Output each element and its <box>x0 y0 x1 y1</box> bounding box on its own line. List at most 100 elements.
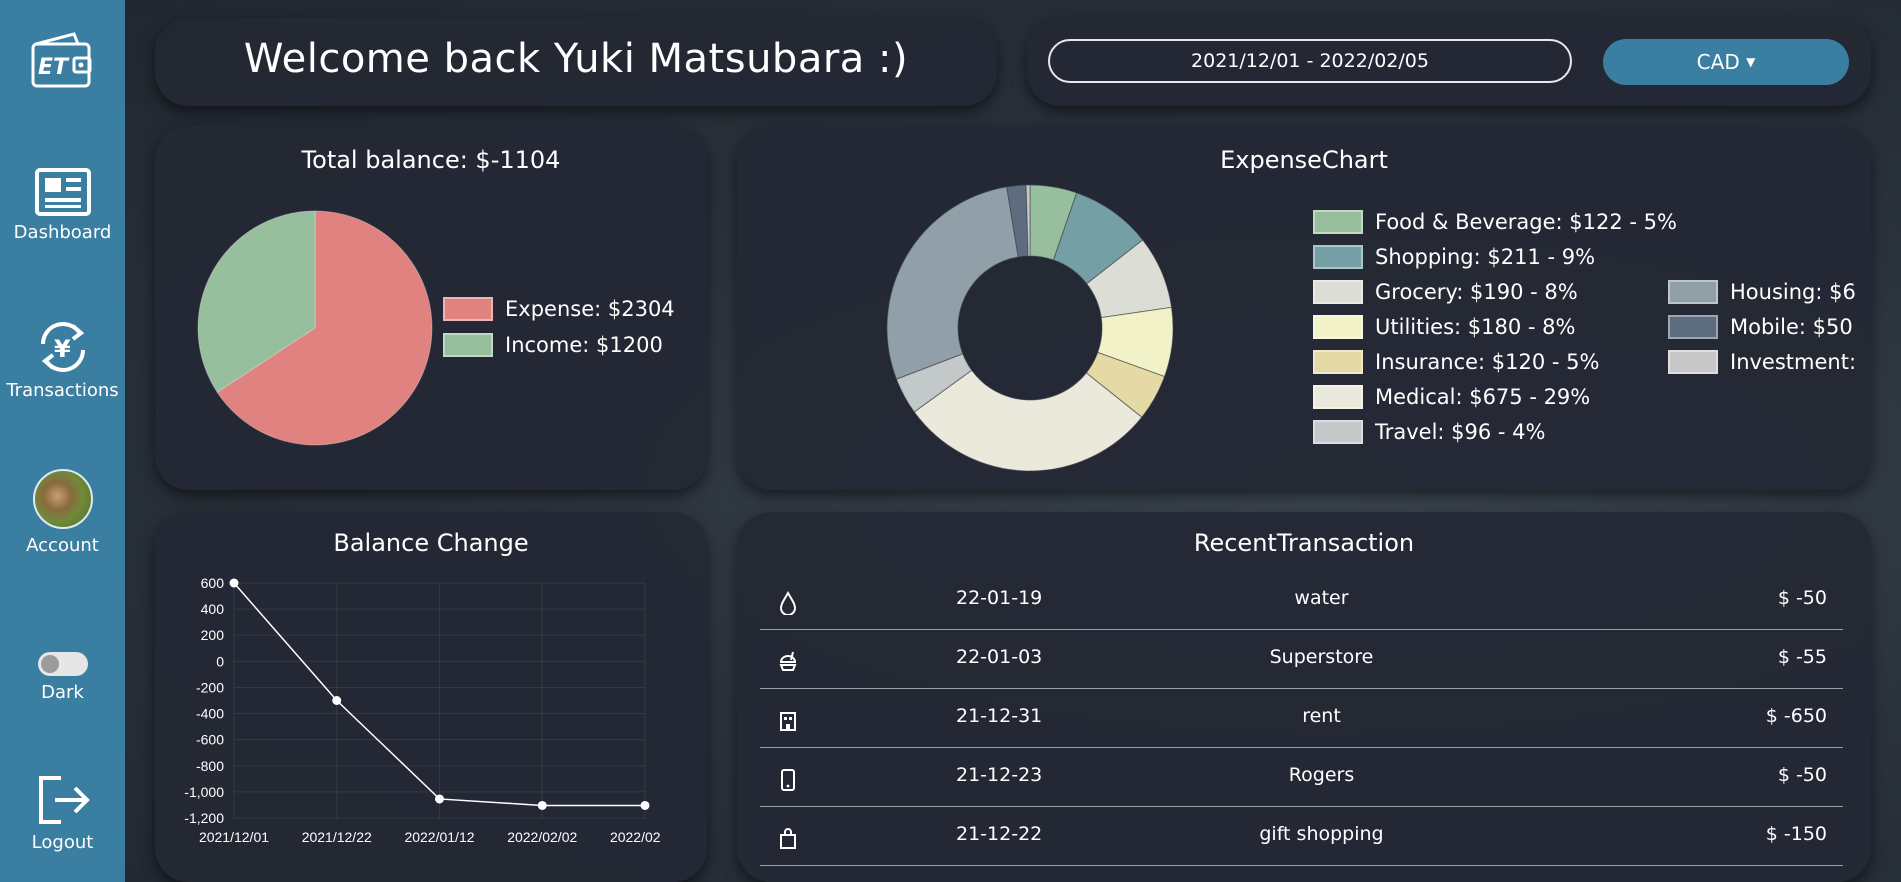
transaction-amount: $ -650 <box>1765 705 1827 727</box>
dark-mode-label: Dark <box>41 682 84 703</box>
expense-legend-label: Shopping: $211 - 9% <box>1375 245 1596 269</box>
currency-value: CAD <box>1696 50 1740 74</box>
transaction-name: gift shopping <box>1259 823 1384 845</box>
svg-text:¥: ¥ <box>54 335 71 363</box>
expense-legend-item: Insurance: $120 - 5% <box>1313 350 1599 374</box>
dark-mode-toggle[interactable]: Dark <box>0 652 125 703</box>
expense-legend-item: Investment: <box>1668 350 1856 374</box>
currency-dropdown[interactable]: CAD ▼ <box>1603 39 1849 85</box>
legend-expense: Expense: $2304 <box>443 297 675 321</box>
nav-transactions[interactable]: ¥ Transactions <box>0 320 125 401</box>
expense-legend-label: Food & Beverage: $122 - 5% <box>1375 210 1677 234</box>
newspaper-icon <box>34 168 91 216</box>
x-tick-label: 2021/12/01 <box>199 829 269 845</box>
transaction-row[interactable]: 22-01-03 Superstore $ -55 <box>760 630 1843 689</box>
transaction-amount: $ -150 <box>1765 823 1827 845</box>
expense-legend-item: Shopping: $211 - 9% <box>1313 245 1595 269</box>
transaction-amount: $ -50 <box>1777 764 1827 786</box>
legend-swatch <box>1668 315 1718 339</box>
transaction-row[interactable]: 21-12-22 gift shopping $ -150 <box>760 807 1843 866</box>
welcome-card: Welcome back Yuki Matsubara :) <box>155 18 997 106</box>
donut-slice[interactable] <box>886 186 1019 380</box>
x-tick-label: 2022/02/05 <box>610 829 660 845</box>
nav-logout[interactable]: Logout <box>0 774 125 853</box>
y-tick-label: -800 <box>196 758 224 774</box>
balance-line-chart: 600 400 200 0 -200 -400 -600 -800 -1,000 -1,200 20… <box>184 575 660 845</box>
legend-swatch <box>1313 315 1363 339</box>
legend-income: Income: $1200 <box>443 333 663 357</box>
expense-legend-item: Medical: $675 - 29% <box>1313 385 1590 409</box>
expense-legend-item: Mobile: $50 <box>1668 315 1853 339</box>
data-point[interactable] <box>640 800 650 810</box>
transaction-name: rent <box>1302 705 1341 727</box>
logo-text: ET <box>38 55 70 80</box>
legend-swatch <box>1313 210 1363 234</box>
nav-dashboard[interactable]: Dashboard <box>0 168 125 243</box>
total-balance-title: Total balance: $-1104 <box>301 146 561 174</box>
data-point[interactable] <box>332 696 342 705</box>
toggle-switch[interactable] <box>37 652 88 676</box>
logout-icon <box>38 776 90 824</box>
y-tick-label: -400 <box>196 706 224 722</box>
expense-legend-label: Housing: $6 <box>1730 280 1856 304</box>
y-tick-label: 0 <box>216 653 224 669</box>
expense-donut-chart <box>886 184 1174 472</box>
legend-swatch <box>1313 350 1363 374</box>
caret-down-icon: ▼ <box>1746 55 1756 69</box>
nav-transactions-label: Transactions <box>6 380 119 401</box>
x-tick-label: 2022/02/02 <box>507 829 577 845</box>
legend-swatch <box>1313 245 1363 269</box>
legend-expense-label: Expense: $2304 <box>505 297 675 321</box>
legend-swatch <box>443 297 493 321</box>
legend-income-label: Income: $1200 <box>505 333 663 357</box>
y-tick-label: -1,000 <box>184 784 224 800</box>
data-point[interactable] <box>229 578 239 588</box>
yen-exchange-icon: ¥ <box>40 322 85 372</box>
expense-legend-label: Grocery: $190 - 8% <box>1375 280 1578 304</box>
nav-dashboard-label: Dashboard <box>13 222 112 243</box>
legend-swatch <box>443 333 493 357</box>
transaction-row[interactable]: 21-12-23 Rogers $ -50 <box>760 748 1843 807</box>
data-point[interactable] <box>435 794 444 804</box>
expense-legend-label: Medical: $675 - 29% <box>1375 385 1591 409</box>
expense-legend-label: Utilities: $180 - 8% <box>1375 315 1576 339</box>
balance-change-title: Balance Change <box>333 529 529 557</box>
expense-legend-item: Grocery: $190 - 8% <box>1313 280 1578 304</box>
expense-legend-item: Travel: $96 - 4% <box>1313 420 1546 444</box>
legend-swatch <box>1668 350 1718 374</box>
logo[interactable]: ET <box>30 30 94 90</box>
transaction-name: water <box>1294 587 1349 609</box>
transaction-row[interactable]: 21-12-31 rent $ -650 <box>760 689 1843 748</box>
legend-swatch <box>1313 420 1363 444</box>
expense-legend-item: Food & Beverage: $122 - 5% <box>1313 210 1677 234</box>
legend-swatch <box>1668 280 1718 304</box>
transaction-amount: $ -50 <box>1777 587 1827 609</box>
recent-transactions-title: RecentTransaction <box>1193 529 1415 557</box>
welcome-title: Welcome back Yuki Matsubara :) <box>243 36 909 82</box>
y-tick-label: 400 <box>201 601 225 617</box>
y-tick-label: -1,200 <box>184 810 224 826</box>
expense-legend-item: Housing: $6 <box>1668 280 1856 304</box>
avatar <box>32 469 93 529</box>
y-tick-label: -200 <box>196 679 224 695</box>
y-tick-label: -600 <box>196 732 224 748</box>
expense-legend-item: Utilities: $180 - 8% <box>1313 315 1575 339</box>
nav-account-label: Account <box>26 535 99 556</box>
expense-title: ExpenseChart <box>1220 146 1388 174</box>
balance-pie-chart <box>197 210 433 446</box>
data-point[interactable] <box>537 800 547 810</box>
legend-swatch <box>1313 385 1363 409</box>
legend-swatch <box>1313 280 1363 304</box>
transaction-row[interactable]: 22-01-19 water $ -50 <box>760 571 1843 630</box>
transaction-name: Rogers <box>1288 764 1355 786</box>
y-tick-label: 200 <box>201 627 225 643</box>
date-range-picker[interactable]: 2021/12/01 - 2022/02/05 <box>1048 39 1572 83</box>
transaction-name: Superstore <box>1269 646 1374 668</box>
sidebar: ET Dashboard ¥ Transactions Account Dark <box>0 0 125 882</box>
transaction-amount: $ -55 <box>1777 646 1827 668</box>
wallet-logo-icon: ET <box>31 32 92 88</box>
x-tick-label: 2022/01/12 <box>404 829 474 845</box>
x-tick-label: 2021/12/22 <box>302 829 372 845</box>
expense-legend-label: Mobile: $50 <box>1730 315 1853 339</box>
nav-account[interactable]: Account <box>0 469 125 556</box>
